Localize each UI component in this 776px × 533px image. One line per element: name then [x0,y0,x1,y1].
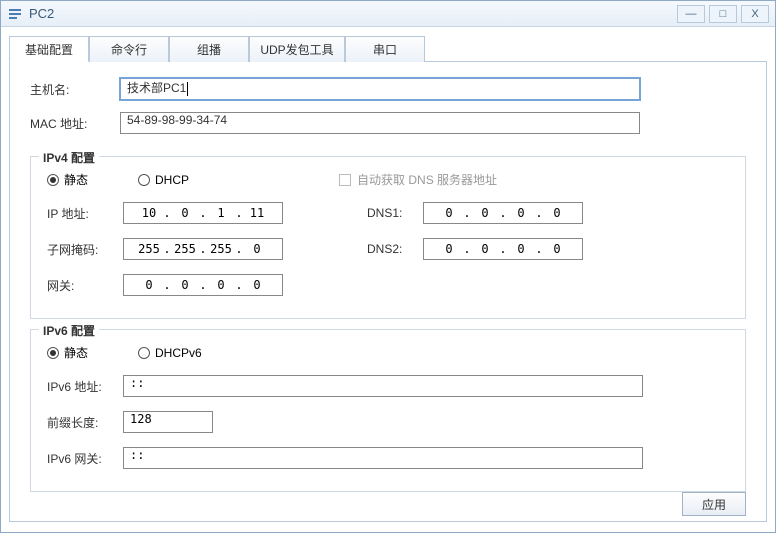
panel-basic-config: 主机名: 技术部PC1 MAC 地址: 54-89-98-99-34-74 IP… [9,62,767,522]
dns2-label: DNS2: [367,242,423,256]
subnet-mask-label: 子网掩码: [47,241,123,258]
ipv6-radio-static[interactable]: 静态 [47,344,88,361]
ipv6-fieldset: IPv6 配置 静态 DHCPv6 IPv6 地址: :: 前 [30,329,746,492]
gateway-input[interactable]: 0.0.0.0 [123,274,283,296]
ipv4-auto-dns-checkbox[interactable]: 自动获取 DNS 服务器地址 [339,171,497,188]
ipv4-radio-dhcp[interactable]: DHCP [138,173,189,187]
radio-icon [138,347,150,359]
checkbox-icon [339,174,351,186]
gateway-label: 网关: [47,277,123,294]
ipv6-address-label: IPv6 地址: [47,378,123,395]
dns1-label: DNS1: [367,206,423,220]
app-icon [7,6,23,22]
ip-address-input[interactable]: 10.0.1.11 [123,202,283,224]
ipv6-gateway-label: IPv6 网关: [47,450,123,467]
mac-input[interactable]: 54-89-98-99-34-74 [120,112,640,134]
ipv6-address-input[interactable]: :: [123,375,643,397]
text-caret [187,82,188,96]
ipv6-gateway-input[interactable]: :: [123,447,643,469]
window-title: PC2 [29,6,54,21]
radio-label: DHCP [155,173,189,187]
window: PC2 — □ X 基础配置 命令行 组播 UDP发包工具 串口 主机名: 技术… [0,0,776,533]
tab-multicast[interactable]: 组播 [169,36,249,62]
dns2-input[interactable]: 0.0.0.0 [423,238,583,260]
hostname-label: 主机名: [30,81,120,98]
ip-address-label: IP 地址: [47,205,123,222]
subnet-mask-input[interactable]: 255.255.255.0 [123,238,283,260]
close-button[interactable]: X [741,5,769,23]
tab-bar: 基础配置 命令行 组播 UDP发包工具 串口 [9,35,767,62]
content-area: 基础配置 命令行 组播 UDP发包工具 串口 主机名: 技术部PC1 MAC 地… [1,27,775,532]
radio-label: DHCPv6 [155,346,202,360]
titlebar: PC2 — □ X [1,1,775,27]
ipv4-radio-static[interactable]: 静态 [47,171,88,188]
radio-label: 静态 [64,344,88,361]
minimize-button[interactable]: — [677,5,705,23]
tab-cli[interactable]: 命令行 [89,36,169,62]
ipv4-fieldset: IPv4 配置 静态 DHCP 自动获取 DNS 服务器地址 [30,156,746,319]
ipv4-legend: IPv4 配置 [39,149,99,166]
ipv6-legend: IPv6 配置 [39,322,99,339]
hostname-input[interactable]: 技术部PC1 [120,78,640,100]
tab-serial[interactable]: 串口 [345,36,425,62]
radio-icon [47,174,59,186]
maximize-button[interactable]: □ [709,5,737,23]
ipv6-prefix-label: 前缀长度: [47,414,123,431]
radio-label: 静态 [64,171,88,188]
checkbox-label: 自动获取 DNS 服务器地址 [357,171,497,188]
radio-icon [138,174,150,186]
apply-button[interactable]: 应用 [682,492,746,516]
mac-label: MAC 地址: [30,115,120,132]
ipv6-radio-dhcpv6[interactable]: DHCPv6 [138,346,202,360]
tab-udp-tool[interactable]: UDP发包工具 [249,36,345,62]
dns1-input[interactable]: 0.0.0.0 [423,202,583,224]
tab-basic-config[interactable]: 基础配置 [9,36,89,62]
radio-icon [47,347,59,359]
ipv6-prefix-input[interactable]: 128 [123,411,213,433]
